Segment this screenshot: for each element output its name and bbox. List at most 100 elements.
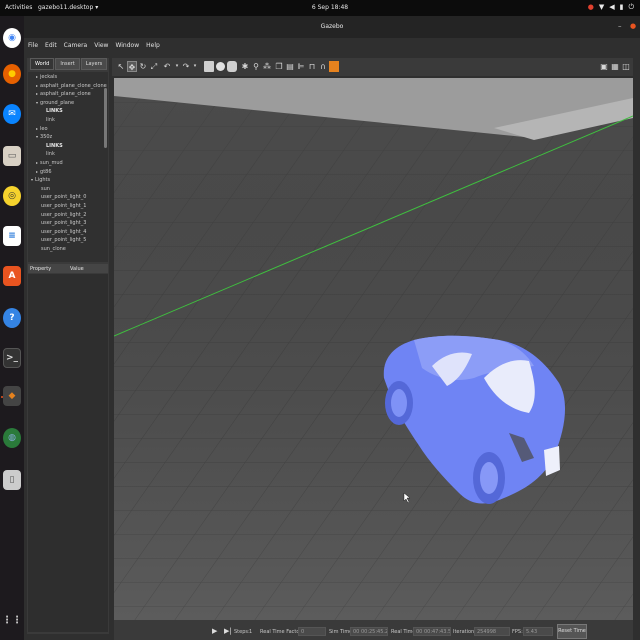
expanded-caret-icon[interactable]: ▾ [36, 134, 38, 139]
reset-time-button[interactable]: Reset Time [557, 624, 587, 639]
tree-item-label: LINKS [46, 108, 63, 115]
tree-item[interactable]: ▾ ground_plane [36, 99, 74, 107]
tree-item-label: link [46, 151, 55, 158]
change-view-icon[interactable] [329, 61, 339, 72]
tree-item[interactable]: user_point_light_5 [41, 236, 86, 244]
minimize-button[interactable]: – [618, 22, 622, 30]
firefox-icon[interactable]: ● [3, 64, 21, 84]
copy-icon[interactable]: ❐ [274, 61, 284, 72]
expanded-caret-icon[interactable]: ▾ [31, 177, 33, 182]
log-icon[interactable]: ▦ [610, 61, 620, 72]
tab-insert[interactable]: Insert [55, 58, 80, 70]
usb-drive-icon[interactable]: ▯ [3, 470, 21, 490]
thunderbird-icon[interactable]: ✉ [3, 104, 21, 124]
tree-item[interactable]: ▸ jeckals [36, 73, 57, 81]
rhythmbox-icon[interactable]: ◎ [3, 186, 21, 206]
menu-camera[interactable]: Camera [64, 42, 88, 49]
step-button[interactable]: ▶| [224, 627, 232, 635]
dock: ◉ ● ✉ ▭ ◎ ≡ A ? >_ ◆ ◍ ▯ ⋮⋮ [0, 16, 24, 640]
tree-item[interactable]: LINKS [46, 142, 63, 150]
system-tray[interactable]: ● ▼ ◀ ▮ ⏻ [588, 3, 634, 12]
tree-item[interactable]: ▸ leo [36, 125, 48, 133]
fps-label: FPS: [512, 629, 523, 635]
fps-value: 5.43 [523, 627, 553, 636]
network-icon: ▼ [598, 3, 605, 11]
tree-item[interactable]: ▾ 350z [36, 133, 52, 141]
tree-item[interactable]: LINKS [46, 107, 63, 115]
tree-item[interactable]: user_point_light_4 [41, 228, 86, 236]
writer-icon[interactable]: ≡ [3, 226, 21, 246]
help-icon[interactable]: ? [3, 308, 21, 328]
tab-layers[interactable]: Layers [80, 58, 108, 70]
tree-item[interactable]: ▸ asphalt_plane_clone_clone [36, 82, 107, 90]
tree-item[interactable]: link [46, 116, 55, 124]
collapsed-caret-icon[interactable]: ▸ [36, 169, 38, 174]
tab-world[interactable]: World [30, 58, 55, 70]
menu-view[interactable]: View [94, 42, 108, 49]
translate-mode-icon[interactable]: ✥ [127, 61, 137, 72]
terminal-icon[interactable]: >_ [3, 348, 21, 368]
menu-help[interactable]: Help [146, 42, 160, 49]
cylinder-shape-icon[interactable] [227, 61, 237, 72]
clock[interactable]: 6 Sep 18:48 [300, 4, 360, 11]
tree-scrollbar[interactable] [104, 88, 107, 148]
tree-item[interactable]: user_point_light_3 [41, 219, 86, 227]
software-icon[interactable]: A [3, 266, 21, 286]
show-applications-icon[interactable]: ⋮⋮ [2, 610, 22, 630]
menu-window[interactable]: Window [115, 42, 139, 49]
point-light-icon[interactable]: ✱ [240, 61, 250, 72]
tree-item[interactable]: user_point_light_2 [41, 211, 86, 219]
expanded-caret-icon[interactable]: ▾ [36, 100, 38, 105]
scene-viewport[interactable] [114, 78, 633, 620]
tree-item[interactable]: ▸ gt86 [36, 168, 52, 176]
select-mode-icon[interactable]: ↖ [116, 61, 126, 72]
rotate-mode-icon[interactable]: ↻ [138, 61, 148, 72]
tree-item[interactable]: sun_clone [41, 245, 66, 253]
iterations-value: 254998 [474, 627, 510, 636]
collapsed-caret-icon[interactable]: ▸ [36, 126, 38, 131]
collapsed-caret-icon[interactable]: ▸ [36, 91, 38, 96]
steps-value[interactable]: 1 [249, 629, 252, 635]
window-titlebar[interactable]: Gazebo – ● [24, 16, 640, 38]
app-menu[interactable]: gazebo11.desktop ▾ [38, 4, 98, 11]
close-button[interactable]: ● [630, 22, 636, 30]
box-shape-icon[interactable] [204, 61, 214, 72]
chrome-icon[interactable]: ◉ [3, 28, 21, 48]
gazebo-icon[interactable]: ◆ [3, 386, 21, 406]
plot-icon[interactable]: ◫ [621, 61, 631, 72]
files-icon[interactable]: ▭ [3, 146, 21, 166]
tree-item-label: user_point_light_1 [41, 203, 87, 209]
spot-light-icon[interactable]: ⚲ [251, 61, 261, 72]
screenshot-icon[interactable]: ▣ [599, 61, 609, 72]
collapsed-caret-icon[interactable]: ▸ [36, 160, 38, 165]
magnet-icon[interactable]: ∩ [318, 61, 328, 72]
property-table [28, 274, 108, 632]
tree-item[interactable]: ▸ asphalt_plane_clone [36, 90, 91, 98]
tree-item[interactable]: user_point_light_1 [41, 202, 86, 210]
globe-icon[interactable]: ◍ [3, 428, 21, 448]
tree-item[interactable]: sun [41, 185, 50, 193]
tree-item[interactable]: user_point_light_0 [41, 193, 86, 201]
tree-item[interactable]: link [46, 150, 55, 158]
menu-file[interactable]: File [28, 42, 38, 49]
redo-dropdown-icon[interactable]: ▾ [190, 61, 200, 72]
undo-icon[interactable]: ↶ [162, 61, 172, 72]
tree-item[interactable]: ▾ Lights [31, 176, 50, 184]
tree-item[interactable]: ▸ sun_mud [36, 159, 63, 167]
collapsed-caret-icon[interactable]: ▸ [36, 74, 38, 79]
activities-button[interactable]: Activities [5, 4, 32, 11]
menu-edit[interactable]: Edit [45, 42, 57, 49]
sim-time-value: 00 00:25:45.224 [350, 627, 388, 636]
align-icon[interactable]: ⊫ [296, 61, 306, 72]
recording-icon: ● [587, 3, 594, 11]
sphere-shape-icon[interactable] [216, 62, 225, 71]
paste-icon[interactable]: ▤ [285, 61, 295, 72]
directional-light-icon[interactable]: ⁂ [262, 61, 272, 72]
collapsed-caret-icon[interactable]: ▸ [36, 83, 38, 88]
left-panel: World Insert Layers ▸ jeckals ▸ asphalt_pla… [27, 58, 109, 634]
value-column: Value [70, 265, 84, 272]
panel-tabs: World Insert Layers [27, 58, 109, 71]
play-button[interactable]: ▶ [212, 627, 217, 635]
scale-mode-icon[interactable]: ⤢ [149, 61, 159, 72]
snap-icon[interactable]: ⊓ [307, 61, 317, 72]
